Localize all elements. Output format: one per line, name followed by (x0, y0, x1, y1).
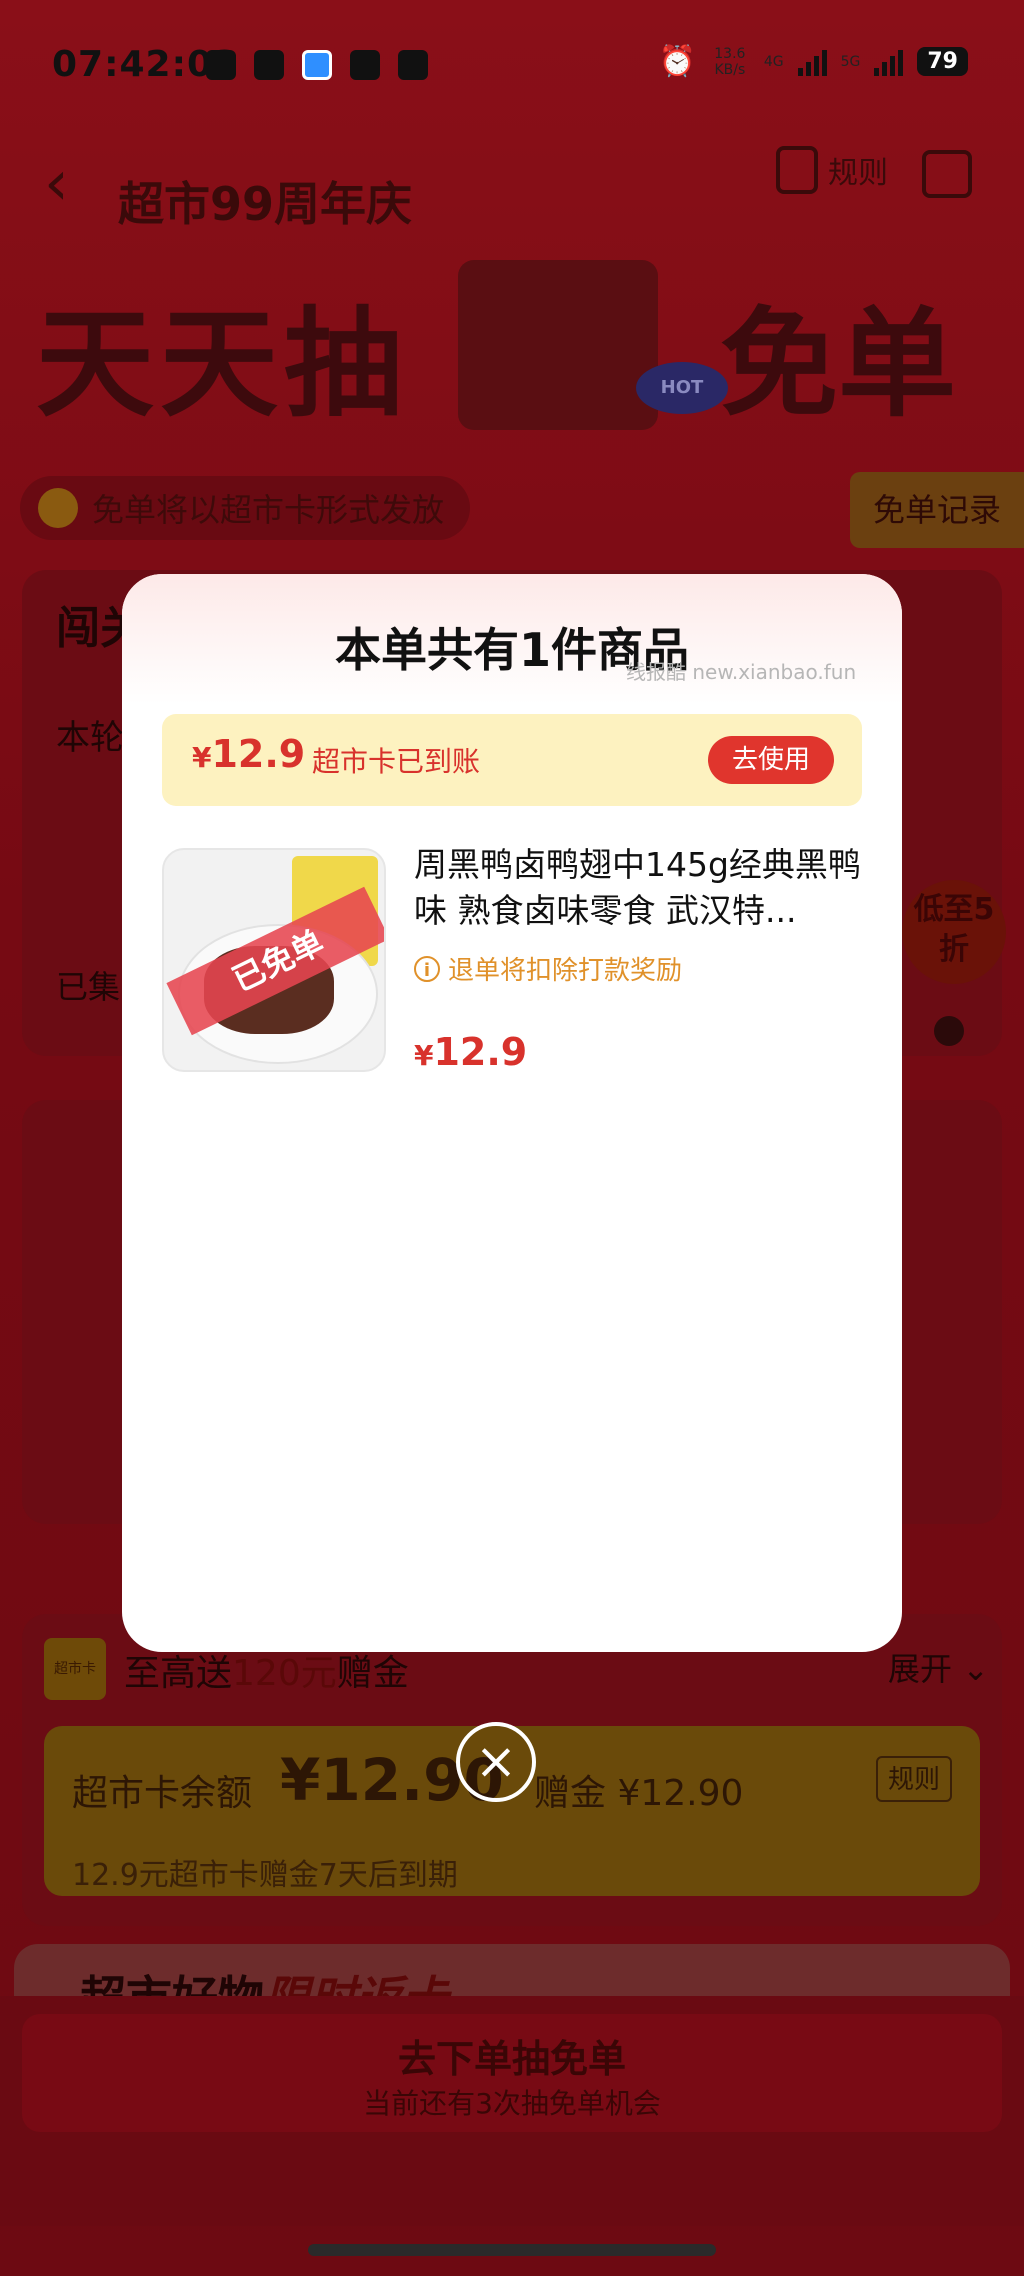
cta-sub-label: 当前还有3次抽免单机会 (363, 2087, 661, 2120)
balance-label: 超市卡余额 (72, 1773, 253, 1814)
brand-title: 超市99周年庆 (118, 177, 413, 231)
refund-warning: i 退单将扣除打款奖励 (414, 950, 682, 987)
app-icon (302, 50, 332, 80)
supermarket-card-logo: 超市卡 (44, 1638, 106, 1700)
home-indicator[interactable] (308, 2244, 716, 2256)
paid-amount: ¥12.9 (192, 732, 305, 776)
paid-text: 超市卡已到账 (312, 745, 481, 778)
gift-box-illustration (458, 260, 658, 430)
expand-label: 展开 (888, 1650, 953, 1688)
alarm-icon: ⏰ (658, 44, 696, 79)
bonus-title-amount: 120元 (232, 1653, 337, 1694)
product-price-value: 12.9 (433, 1030, 528, 1074)
rules-icon (776, 146, 818, 194)
rules-label: 规则 (828, 156, 888, 191)
balance-rules-button[interactable]: 规则 (876, 1756, 952, 1802)
paid-banner: ¥12.9 超市卡已到账 去使用 (162, 714, 862, 806)
use-button[interactable]: 去使用 (708, 736, 834, 784)
kangaroo-icon (206, 50, 236, 80)
net-speed: 13.6 KB/s (714, 45, 746, 78)
net-type-5g: 5G (840, 53, 861, 70)
product-image[interactable]: 已免单 (162, 848, 386, 1072)
chevron-down-icon: ⌄ (952, 1650, 989, 1688)
currency-symbol: ¥ (192, 741, 212, 774)
paid-amount-value: 12.9 (211, 732, 306, 776)
expand-button[interactable]: 展开 ⌄ (888, 1644, 989, 1690)
signal-icon (797, 48, 827, 76)
free-order-record-button[interactable]: 免单记录 (850, 472, 1024, 548)
product-name[interactable]: 周黑鸭卤鸭翅中145g经典黑鸭味 熟食卤味零食 武汉特... (414, 842, 870, 934)
hero-text-left: 天天抽 (36, 295, 409, 433)
watermark: 线报酷 new.xianbao.fun (626, 660, 857, 684)
notification-icons (206, 50, 428, 80)
challenge-round: 本轮 (56, 718, 124, 758)
bell-icon (38, 488, 78, 528)
status-right: ⏰ 13.6 KB/s 4G 5G 79 (658, 44, 968, 79)
signal-icon-2 (874, 48, 904, 76)
notice-text: 免单将以超市卡形式发放 (92, 491, 445, 529)
info-icon: i (414, 955, 440, 982)
hero-text-right: 免单 (720, 295, 957, 433)
bonus-title-prefix: 至高送 (124, 1653, 233, 1694)
refund-warning-text: 退单将扣除打款奖励 (448, 956, 683, 986)
product-price: ¥12.9 (414, 1030, 527, 1074)
discount-close-icon[interactable] (934, 1016, 964, 1046)
back-icon[interactable]: ‹ (44, 146, 69, 219)
price-currency: ¥ (414, 1039, 434, 1072)
gift-amount: 赠金 ¥12.90 (534, 1773, 744, 1814)
order-draw-button[interactable]: 去下单抽免单 当前还有3次抽免单机会 (22, 2014, 1002, 2132)
wechat-icon (254, 50, 284, 80)
notice-pill: 免单将以超市卡形式发放 (20, 476, 471, 540)
hot-badge: HOT (636, 362, 728, 414)
discount-badge[interactable]: 低至5折 (902, 880, 1006, 984)
rules-button[interactable]: 规则 (776, 146, 888, 194)
qq-icon (350, 50, 380, 80)
app-icon-2 (398, 50, 428, 80)
cta-main-label: 去下单抽免单 (397, 2037, 626, 2081)
battery-icon: 79 (917, 47, 968, 76)
net-type-4g: 4G (763, 53, 784, 70)
bonus-title-suffix: 赠金 (336, 1653, 409, 1694)
expire-notice: 12.9元超市卡赠金7天后到期 (72, 1858, 458, 1893)
status-bar: 07:42:03 ⏰ 13.6 KB/s 4G 5G 79 (0, 0, 1024, 130)
challenge-collected: 已集 (56, 968, 121, 1006)
share-icon[interactable] (922, 150, 972, 198)
order-modal: 本单共有1件商品 线报酷 new.xianbao.fun ¥12.9 超市卡已到… (122, 574, 902, 1652)
close-icon[interactable]: × (456, 1722, 536, 1802)
